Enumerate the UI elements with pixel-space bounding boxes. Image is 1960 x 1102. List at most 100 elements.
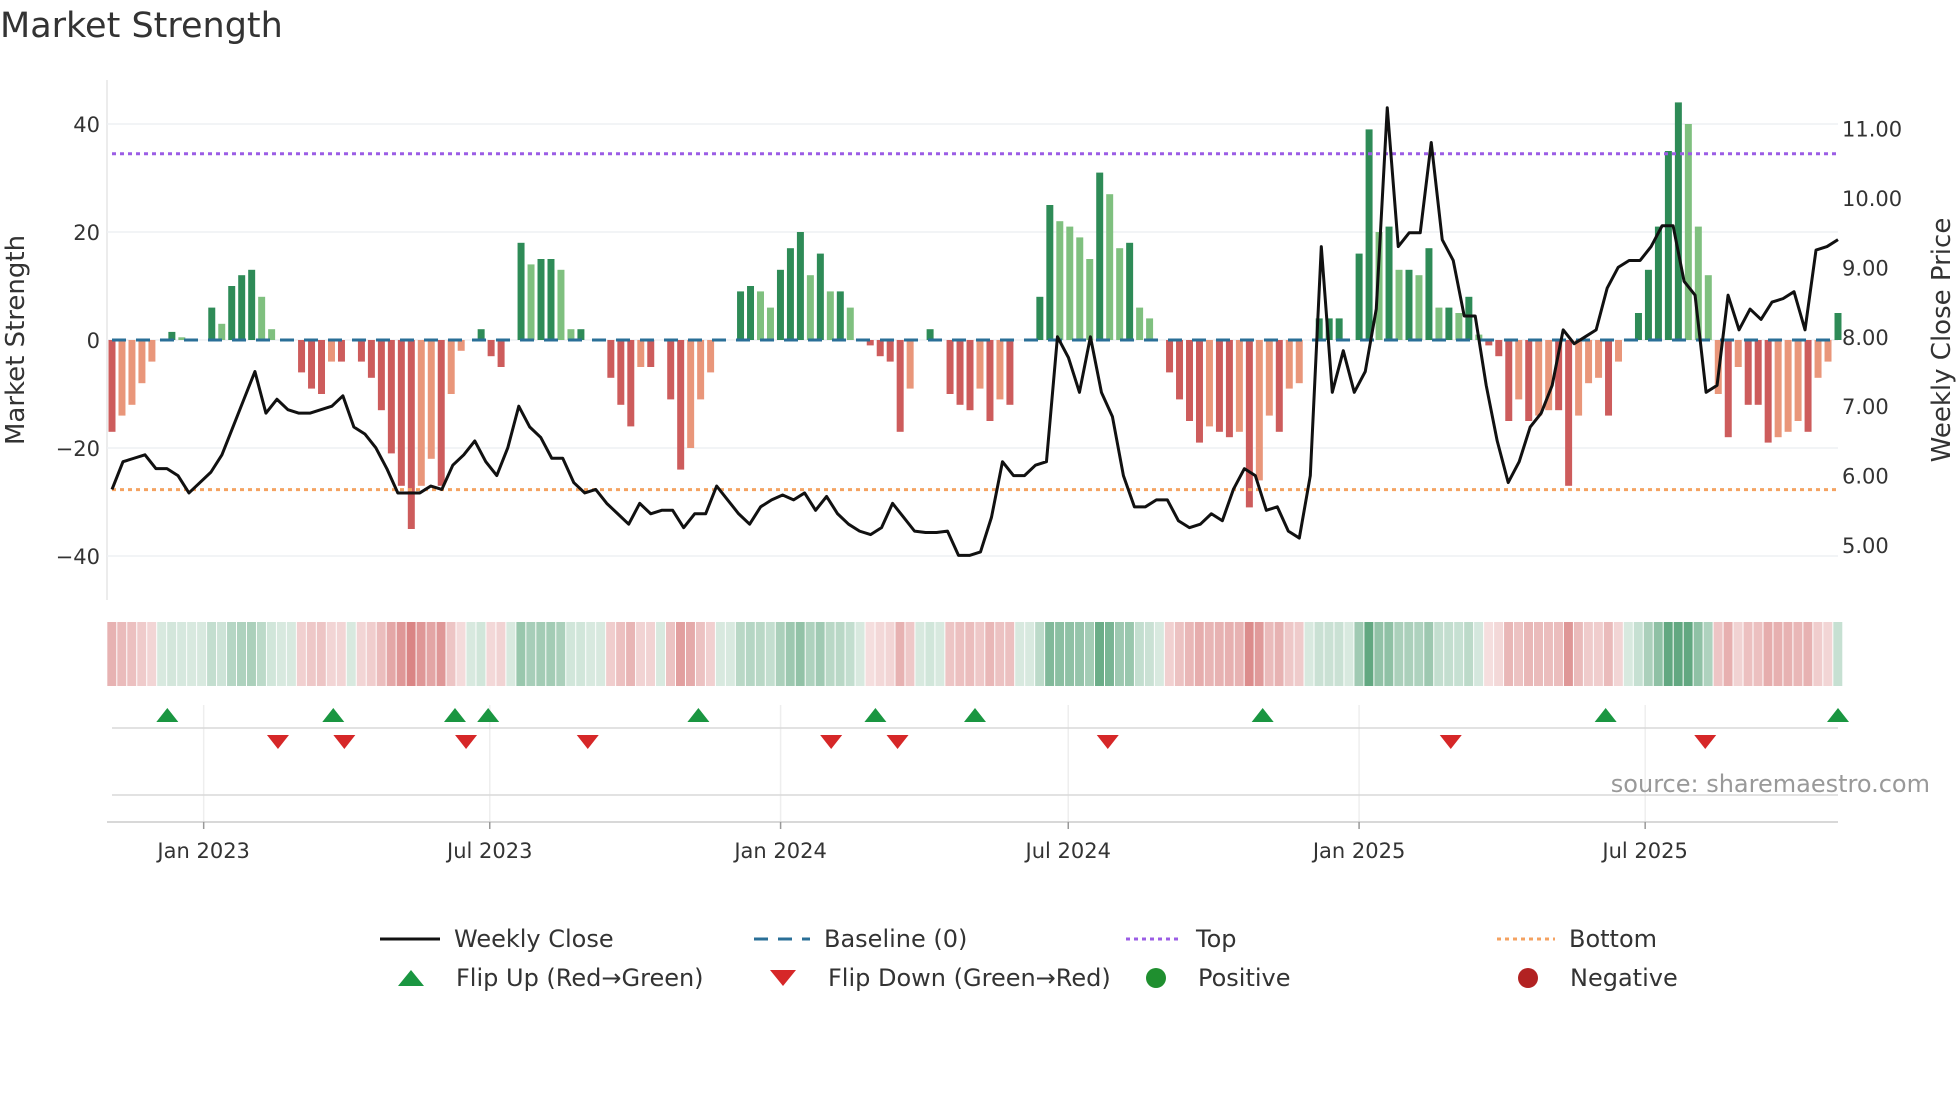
strength-bar [447, 340, 455, 394]
strength-strip-cell [296, 622, 306, 686]
strength-strip-cell [466, 622, 476, 686]
strength-bar [357, 340, 365, 362]
strength-bar [1146, 318, 1154, 340]
strength-strip-cell [1783, 622, 1793, 686]
strength-bar [128, 340, 136, 405]
strength-bar [108, 340, 116, 432]
strength-strip-cell [1553, 622, 1563, 686]
x-tick-label: Jan 2023 [155, 839, 250, 863]
x-tick-label: Jan 2024 [732, 839, 827, 863]
strength-bar [1595, 340, 1603, 378]
strength-strip-cell [1474, 622, 1484, 686]
strength-strip-cell [107, 622, 117, 686]
strength-strip-cell [316, 622, 326, 686]
flip-down-marker [266, 735, 289, 749]
strength-strip-cell [486, 622, 496, 686]
strength-bar [687, 340, 695, 448]
strength-strip-cell [1454, 622, 1464, 686]
legend-label: Negative [1570, 964, 1678, 992]
legend-negative: Negative [1516, 964, 1678, 992]
strength-strip-cell [1124, 622, 1134, 686]
strength-bar [786, 248, 794, 340]
strength-strip-cell [1813, 622, 1823, 686]
strength-bar [1116, 248, 1124, 340]
strength-bar [228, 286, 236, 340]
strength-strip-cell [1364, 622, 1374, 686]
strength-strip-cell [725, 622, 735, 686]
strength-bar [966, 340, 974, 411]
y2-tick-label: 9.00 [1842, 256, 1889, 280]
strength-strip-cell [646, 622, 656, 686]
strength-bar [1215, 340, 1223, 432]
y2-axis-label: Weekly Close Price [1927, 218, 1957, 463]
strength-bar [996, 340, 1004, 400]
strength-strip-cell [715, 622, 725, 686]
strength-bar [1505, 340, 1513, 421]
strength-bar [1565, 340, 1573, 486]
strength-strip-cell [1174, 622, 1184, 686]
strength-strip-cell [356, 622, 366, 686]
market-strength-chart: 40 20 0 −20 −40 11.00 10.00 9.00 8.00 7.00 6.00 5.0… [1, 80, 1957, 863]
y-tick-label: 20 [73, 221, 100, 245]
strength-strip-cell [1264, 622, 1274, 686]
strength-strip-cell [217, 622, 227, 686]
flip-down-marker [886, 735, 909, 749]
strength-strip-cell [406, 622, 416, 686]
strength-bar [826, 291, 834, 340]
strength-bar [477, 329, 485, 340]
strength-strip-cell [616, 622, 626, 686]
flip-up-marker [1827, 708, 1849, 722]
legend-label: Baseline (0) [824, 925, 968, 953]
strength-bar [407, 340, 415, 529]
strength-bar [1794, 340, 1802, 421]
strength-bar [1425, 248, 1433, 340]
strength-strip-cell [1593, 622, 1603, 686]
strength-strip-cell [1274, 622, 1284, 686]
strength-bar [1036, 296, 1044, 340]
strength-strip-cell [995, 622, 1005, 686]
strength-bar [1754, 340, 1762, 405]
strength-strip-cell [1683, 622, 1693, 686]
strength-bar [747, 286, 755, 340]
strength-strip-cell [755, 622, 765, 686]
legend-flip-down: Flip Down (Green→Red) [768, 964, 1111, 992]
strength-bar [1744, 340, 1752, 405]
strength-bar [1615, 340, 1623, 362]
strength-bar [547, 259, 555, 340]
strength-bar [268, 329, 276, 340]
strength-bar [1515, 340, 1523, 400]
strength-strip-cell [1823, 622, 1833, 686]
flip-down-marker [1439, 735, 1462, 749]
strength-bar [876, 340, 884, 357]
strength-bar [1106, 194, 1114, 340]
strength-strip-cell [246, 622, 256, 686]
strength-bar [527, 264, 535, 340]
strength-strip-cell [326, 622, 336, 686]
flip-up-marker [322, 708, 345, 722]
strength-bar [946, 340, 954, 394]
strength-bar [138, 340, 146, 384]
strength-bar [1704, 275, 1712, 340]
strength-bar [1814, 340, 1822, 378]
strength-strip-cell [1224, 622, 1234, 686]
strength-strip-cell [1743, 622, 1753, 686]
strength-strip-cell [1464, 622, 1474, 686]
strength-bar [1176, 340, 1184, 400]
flip-up-marker [1594, 708, 1617, 722]
strength-bar [1066, 226, 1074, 340]
strength-strip-cell [496, 622, 506, 686]
strength-strip-cell [1603, 622, 1613, 686]
strength-bar [238, 275, 246, 340]
strength-strip-cell [885, 622, 895, 686]
strength-strip-cell [1095, 622, 1105, 686]
legend-label: Flip Up (Red→Green) [456, 964, 704, 992]
strength-bar [577, 329, 585, 340]
strength-strip-cell [1354, 622, 1364, 686]
flip-up-marker [477, 708, 500, 722]
y-tick-label: 40 [73, 113, 100, 137]
strength-bar [617, 340, 625, 405]
dash-icon [754, 937, 810, 941]
strength-strip-cell [775, 622, 785, 686]
strength-strip-cell [945, 622, 955, 686]
strength-strip-cell [526, 622, 536, 686]
